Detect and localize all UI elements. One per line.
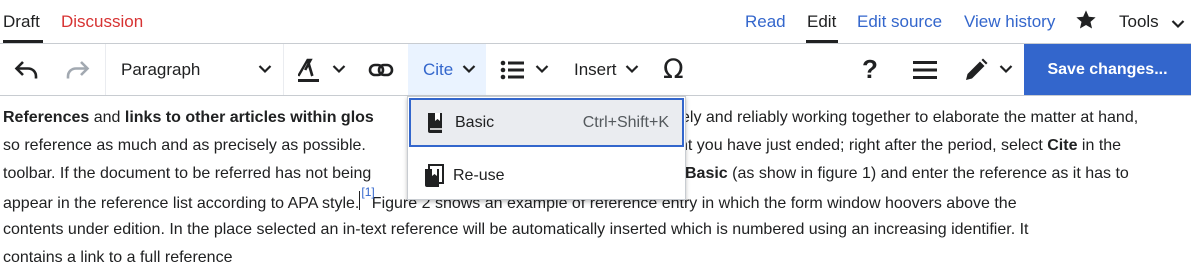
chevron-down-icon bbox=[258, 64, 272, 74]
text-span: appear in the reference list according t… bbox=[3, 195, 360, 212]
text-span: contents under edition. In the place sel… bbox=[3, 221, 1029, 238]
text-span: nt you have just ended; right after the … bbox=[679, 137, 1048, 154]
format-label: Paragraph bbox=[121, 59, 201, 79]
tools-menu[interactable]: Tools bbox=[1119, 12, 1159, 32]
help-icon: ? bbox=[862, 54, 878, 84]
chevron-down-icon bbox=[332, 64, 346, 74]
content-line: contains a link to a full reference bbox=[3, 244, 232, 272]
text-span: (as show in figure 1) and enter the refe… bbox=[727, 165, 1129, 182]
link-button[interactable] bbox=[368, 44, 396, 95]
edit-mode-dropdown[interactable] bbox=[964, 44, 1016, 95]
cite-menu-item-reuse[interactable]: Re-use bbox=[408, 150, 685, 202]
cite-label: Cite bbox=[423, 59, 454, 79]
tab-view-history[interactable]: View history bbox=[964, 12, 1055, 32]
text-style-dropdown[interactable] bbox=[298, 44, 348, 95]
content-line: ely and reliably working together to ela… bbox=[681, 104, 1138, 132]
text-span: so reference as much and as precisely as… bbox=[3, 137, 366, 154]
reference-number[interactable]: [1] bbox=[361, 178, 374, 206]
cite-dropdown[interactable]: Cite bbox=[408, 44, 486, 95]
tab-edit[interactable]: Edit bbox=[807, 12, 836, 32]
text-style-icon bbox=[298, 57, 320, 83]
undo-button[interactable] bbox=[14, 44, 44, 95]
tab-draft[interactable]: Draft bbox=[3, 12, 40, 32]
menu-item-label: Re-use bbox=[453, 167, 505, 184]
chevron-down-icon[interactable] bbox=[1171, 16, 1185, 29]
keyboard-shortcut: Ctrl+Shift+K bbox=[582, 113, 669, 131]
book-reuse-icon bbox=[424, 164, 444, 187]
insert-dropdown[interactable]: Insert bbox=[574, 44, 642, 95]
text-cursor bbox=[359, 191, 361, 210]
text-span: and bbox=[89, 109, 125, 126]
tab-discussion[interactable]: Discussion bbox=[61, 12, 143, 32]
save-changes-button[interactable]: Save changes... bbox=[1024, 44, 1191, 95]
text-span: toolbar. If the document to be referred … bbox=[3, 165, 372, 182]
pencil-icon bbox=[964, 58, 988, 82]
tab-read[interactable]: Read bbox=[745, 12, 786, 32]
content-line: Basic (as show in figure 1) and enter th… bbox=[685, 160, 1129, 188]
content-line: nt you have just ended; right after the … bbox=[679, 132, 1121, 160]
redo-button[interactable] bbox=[64, 44, 94, 95]
chevron-down-icon bbox=[535, 64, 549, 74]
content-line: References and links to other articles w… bbox=[3, 104, 374, 132]
redo-icon bbox=[64, 59, 90, 81]
link-icon bbox=[368, 62, 394, 78]
reference-marker[interactable]: [1] bbox=[359, 185, 375, 210]
insert-label: Insert bbox=[574, 59, 617, 79]
menu-item-label: Basic bbox=[455, 113, 495, 131]
cite-menu-item-basic[interactable]: Basic Ctrl+Shift+K bbox=[409, 98, 684, 147]
list-dropdown[interactable] bbox=[500, 44, 552, 95]
cite-menu: Basic Ctrl+Shift+K Re-use bbox=[407, 96, 686, 200]
special-character-button[interactable]: Ω bbox=[663, 44, 691, 95]
hamburger-icon bbox=[913, 60, 937, 80]
omega-icon: Ω bbox=[663, 54, 684, 85]
star-icon[interactable] bbox=[1075, 9, 1097, 31]
bold-text: Basic bbox=[685, 165, 728, 182]
content-line: contents under edition. In the place sel… bbox=[3, 216, 1028, 244]
toolbar-separator bbox=[105, 44, 106, 95]
page-options-button[interactable] bbox=[913, 44, 939, 95]
paragraph-format-dropdown[interactable]: Paragraph bbox=[121, 44, 276, 95]
bold-text: Cite bbox=[1047, 137, 1078, 154]
chevron-down-icon bbox=[999, 64, 1013, 74]
text-span: contains a link to a full reference bbox=[3, 249, 233, 266]
content-line: toolbar. If the document to be referred … bbox=[3, 160, 371, 188]
help-button[interactable]: ? bbox=[862, 44, 884, 95]
toolbar-separator bbox=[283, 44, 284, 95]
book-icon bbox=[426, 112, 444, 134]
content-line: so reference as much and as precisely as… bbox=[3, 132, 366, 160]
tab-edit-source[interactable]: Edit source bbox=[857, 12, 942, 32]
text-span: in the bbox=[1077, 137, 1122, 154]
undo-icon bbox=[14, 59, 40, 81]
editor-toolbar: Paragraph Cite Insert Ω ? Save changes..… bbox=[0, 43, 1191, 96]
list-icon bbox=[500, 60, 524, 80]
bold-text: links to other articles within glos bbox=[124, 109, 374, 126]
chevron-down-icon bbox=[462, 64, 476, 74]
text-span: ely and reliably working together to ela… bbox=[681, 109, 1139, 126]
bold-text: References bbox=[3, 109, 90, 126]
page-tabs: Draft Discussion Read Edit Edit source V… bbox=[0, 0, 1191, 43]
chevron-down-icon bbox=[625, 64, 639, 74]
